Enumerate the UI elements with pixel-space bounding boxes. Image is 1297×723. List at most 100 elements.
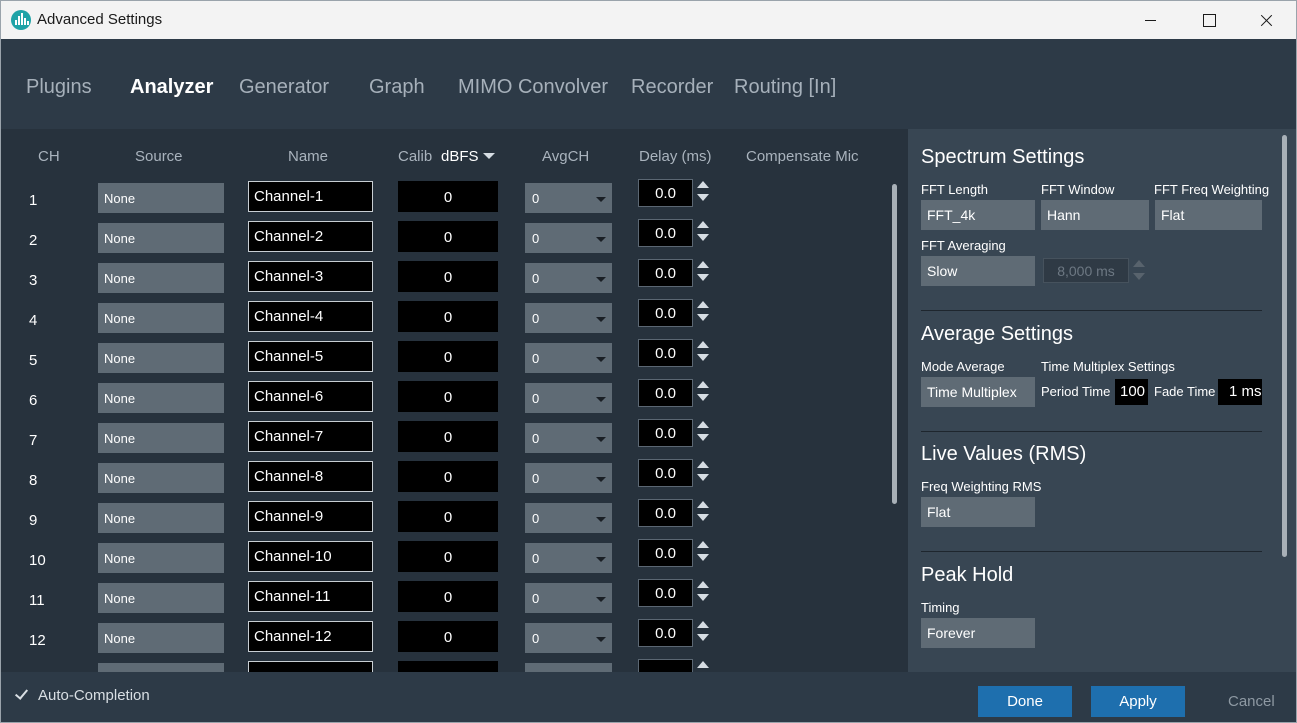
calib-input[interactable]: 0 <box>398 461 498 492</box>
spin-down-icon[interactable] <box>697 594 709 601</box>
mode-average-dropdown[interactable]: Time Multiplex <box>921 377 1035 407</box>
fft-weighting-dropdown[interactable]: Flat <box>1155 200 1262 230</box>
spin-down-icon[interactable] <box>697 474 709 481</box>
spin-up-icon[interactable] <box>697 581 709 588</box>
spin-up-icon[interactable] <box>697 461 709 468</box>
fft-window-dropdown[interactable]: Hann <box>1041 200 1149 230</box>
channel-name-input[interactable]: Channel-4 <box>248 301 373 332</box>
delay-input[interactable]: 0.0 <box>638 259 693 287</box>
source-dropdown[interactable]: None <box>98 623 224 653</box>
delay-input[interactable]: 0.0 <box>638 179 693 207</box>
tab-plugins[interactable]: Plugins <box>26 76 92 99</box>
calib-input[interactable]: 0 <box>398 381 498 412</box>
avgch-dropdown[interactable]: 0 <box>525 423 612 453</box>
delay-input[interactable]: 0.0 <box>638 499 693 527</box>
delay-spinner[interactable] <box>697 299 709 327</box>
delay-spinner[interactable] <box>697 419 709 447</box>
avgch-dropdown[interactable]: 0 <box>525 303 612 333</box>
avgch-dropdown[interactable]: 0 <box>525 343 612 373</box>
spin-up-icon[interactable] <box>697 621 709 628</box>
tab-recorder[interactable]: Recorder <box>631 76 713 99</box>
delay-spinner[interactable] <box>697 539 709 567</box>
delay-spinner-partial[interactable] <box>697 659 709 672</box>
channel-name-input[interactable]: Channel-12 <box>248 621 373 652</box>
source-dropdown[interactable]: None <box>98 543 224 573</box>
auto-completion-label[interactable]: Auto-Completion <box>38 687 150 704</box>
calib-input[interactable]: 0 <box>398 341 498 372</box>
fade-time-input[interactable]: 1 ms <box>1218 379 1262 405</box>
channel-name-input[interactable]: Channel-7 <box>248 421 373 452</box>
spin-up-icon[interactable] <box>697 421 709 428</box>
calib-input[interactable]: 0 <box>398 581 498 612</box>
timing-dropdown[interactable]: Forever <box>921 618 1035 648</box>
calib-input[interactable]: 0 <box>398 181 498 212</box>
channel-name-input[interactable]: Channel-2 <box>248 221 373 252</box>
delay-input[interactable]: 0.0 <box>638 539 693 567</box>
source-dropdown[interactable]: None <box>98 463 224 493</box>
avgch-dropdown[interactable]: 0 <box>525 383 612 413</box>
spin-up-icon[interactable] <box>697 221 709 228</box>
close-icon[interactable] <box>1238 1 1296 39</box>
tab-graph[interactable]: Graph <box>369 76 425 99</box>
delay-spinner[interactable] <box>697 499 709 527</box>
calib-input[interactable]: 0 <box>398 301 498 332</box>
freq-weighting-rms-dropdown[interactable]: Flat <box>921 497 1035 527</box>
spin-up-icon[interactable] <box>697 181 709 188</box>
tab-analyzer[interactable]: Analyzer <box>130 76 213 99</box>
source-dropdown[interactable]: None <box>98 383 224 413</box>
delay-input[interactable]: 0.0 <box>638 339 693 367</box>
delay-spinner[interactable] <box>697 219 709 247</box>
spin-up-icon[interactable] <box>697 501 709 508</box>
delay-spinner[interactable] <box>697 339 709 367</box>
checkmark-icon[interactable] <box>14 687 29 702</box>
delay-spinner[interactable] <box>697 619 709 647</box>
calib-input-partial[interactable] <box>398 661 498 672</box>
spin-down-icon[interactable] <box>697 354 709 361</box>
source-dropdown[interactable]: None <box>98 503 224 533</box>
spin-down-icon[interactable] <box>697 194 709 201</box>
source-dropdown[interactable]: None <box>98 263 224 293</box>
channel-name-input[interactable]: Channel-8 <box>248 461 373 492</box>
spin-down-icon[interactable] <box>697 634 709 641</box>
source-dropdown[interactable]: None <box>98 583 224 613</box>
avgch-dropdown[interactable]: 0 <box>525 463 612 493</box>
source-dropdown[interactable]: None <box>98 303 224 333</box>
channel-name-input[interactable]: Channel-11 <box>248 581 373 612</box>
calib-input[interactable]: 0 <box>398 261 498 292</box>
tab-mimo-convolver[interactable]: MIMO Convolver <box>458 76 608 99</box>
delay-input[interactable]: 0.0 <box>638 579 693 607</box>
calib-unit-dropdown[interactable]: dBFS <box>441 148 479 165</box>
avgch-dropdown[interactable]: 0 <box>525 543 612 573</box>
calib-input[interactable]: 0 <box>398 621 498 652</box>
fft-averaging-dropdown[interactable]: Slow <box>921 256 1035 286</box>
source-dropdown-partial[interactable] <box>98 663 224 672</box>
channel-name-input[interactable]: Channel-1 <box>248 181 373 212</box>
settings-scrollbar-thumb[interactable] <box>1282 135 1287 557</box>
spin-up-icon[interactable] <box>697 341 709 348</box>
source-dropdown[interactable]: None <box>98 423 224 453</box>
calib-input[interactable]: 0 <box>398 501 498 532</box>
delay-input[interactable]: 0.0 <box>638 419 693 447</box>
spin-down-icon[interactable] <box>697 394 709 401</box>
source-dropdown[interactable]: None <box>98 223 224 253</box>
avgch-dropdown-partial[interactable] <box>525 663 612 672</box>
calib-input[interactable]: 0 <box>398 221 498 252</box>
spin-up-icon[interactable] <box>697 261 709 268</box>
period-time-input[interactable]: 100 ms <box>1115 379 1148 405</box>
maximize-icon[interactable] <box>1180 1 1238 39</box>
apply-button[interactable]: Apply <box>1091 686 1185 717</box>
avgch-dropdown[interactable]: 0 <box>525 183 612 213</box>
delay-spinner[interactable] <box>697 259 709 287</box>
delay-spinner[interactable] <box>697 379 709 407</box>
delay-spinner[interactable] <box>697 459 709 487</box>
tab-generator[interactable]: Generator <box>239 76 329 99</box>
delay-input[interactable]: 0.0 <box>638 379 693 407</box>
spin-down-icon[interactable] <box>697 514 709 521</box>
fft-length-dropdown[interactable]: FFT_4k <box>921 200 1035 230</box>
channel-name-input[interactable]: Channel-5 <box>248 341 373 372</box>
channel-name-input[interactable]: Channel-6 <box>248 381 373 412</box>
avgch-dropdown[interactable]: 0 <box>525 503 612 533</box>
channel-name-input[interactable]: Channel-10 <box>248 541 373 572</box>
avgch-dropdown[interactable]: 0 <box>525 263 612 293</box>
spin-down-icon[interactable] <box>697 554 709 561</box>
